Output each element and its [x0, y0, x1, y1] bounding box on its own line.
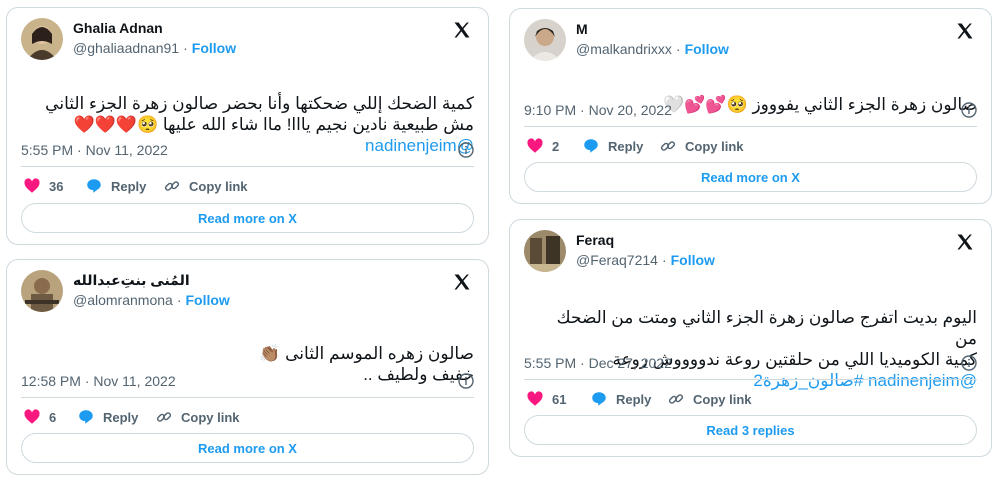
- reply-button[interactable]: Reply: [85, 177, 146, 195]
- info-icon[interactable]: [458, 373, 474, 389]
- x-logo-icon[interactable]: [452, 20, 472, 40]
- link-icon: [164, 181, 180, 191]
- like-button[interactable]: 61: [526, 390, 566, 408]
- tweet-card-feraq: Feraq @Feraq7214 · Follow اليوم بديت اتفرج…: [509, 219, 992, 457]
- tweet-body: صالون زهرة الجزء الثاني يفوووز 🥺💕💕🤍: [663, 95, 977, 114]
- link-icon: [156, 412, 172, 422]
- reply-bubble-icon: [79, 410, 93, 424]
- tweet-card-ghalia: Ghalia Adnan @ghaliaadnan91 · Follow كمية …: [6, 7, 489, 245]
- heart-icon: [24, 409, 40, 424]
- reply-bubble-icon: [87, 179, 101, 193]
- user-name[interactable]: المُنى بنتِ‌عبدالله: [73, 272, 190, 289]
- heart-icon: [527, 138, 543, 153]
- tweet-timestamp[interactable]: 9:10 PM · Nov 20, 2022: [524, 102, 672, 118]
- tweet-body: صالون زهره الموسم الثانى 👏🏽 خفيف ولطيف .…: [259, 344, 474, 384]
- handle-line: @Feraq7214 · Follow: [576, 252, 715, 268]
- copy-link-label: Copy link: [181, 409, 240, 425]
- tweet-timestamp[interactable]: 5:55 PM · Dec 27, 2022: [524, 355, 672, 371]
- avatar[interactable]: [524, 230, 566, 272]
- x-logo-icon[interactable]: [955, 232, 975, 252]
- reply-label: Reply: [111, 178, 147, 194]
- reply-button[interactable]: Reply: [582, 137, 643, 155]
- copy-link-label: Copy link: [693, 391, 752, 407]
- follow-button[interactable]: Follow: [192, 40, 236, 56]
- divider: [21, 166, 474, 167]
- follow-button[interactable]: Follow: [185, 292, 229, 308]
- read-more-button[interactable]: Read more on X: [524, 162, 977, 192]
- divider: [524, 126, 977, 127]
- tweet-header: Ghalia Adnan @ghaliaadnan91 · Follow: [21, 18, 474, 62]
- like-count: 6: [49, 409, 57, 425]
- copy-link-label: Copy link: [189, 178, 248, 194]
- read-replies-button[interactable]: Read 3 replies: [524, 415, 977, 445]
- user-name[interactable]: Ghalia Adnan: [73, 20, 163, 36]
- x-logo-icon[interactable]: [452, 272, 472, 292]
- x-logo-icon[interactable]: [955, 21, 975, 41]
- heart-icon: [24, 178, 40, 193]
- like-button[interactable]: 2: [526, 137, 559, 155]
- like-count: 2: [552, 138, 560, 154]
- reply-label: Reply: [608, 138, 644, 154]
- user-handle[interactable]: @ghaliaadnan91: [73, 40, 179, 56]
- copy-link-button[interactable]: Copy link: [163, 177, 248, 195]
- tweet-header: Feraq @Feraq7214 · Follow: [524, 230, 977, 274]
- tweet-header: المُنى بنتِ‌عبدالله @alomranmona · Follow: [21, 270, 474, 314]
- read-more-button[interactable]: Read more on X: [21, 203, 474, 233]
- divider: [524, 379, 977, 380]
- tweet-timestamp[interactable]: 5:55 PM · Nov 11, 2022: [21, 142, 168, 158]
- copy-link-button[interactable]: Copy link: [659, 137, 744, 155]
- like-button[interactable]: 36: [23, 177, 63, 195]
- tweet-header: M @malkandrixxx · Follow: [524, 19, 977, 63]
- info-icon[interactable]: [961, 355, 977, 371]
- handle-line: @malkandrixxx · Follow: [576, 41, 729, 57]
- like-button[interactable]: 6: [23, 408, 56, 426]
- reply-bubble-icon: [592, 392, 606, 406]
- user-name[interactable]: M: [576, 21, 588, 37]
- tweet-body: كمية الضحك إللي ضحكتها وأنا بحضر صالون ز…: [45, 94, 474, 134]
- avatar[interactable]: [21, 270, 63, 312]
- reply-bubble-icon: [584, 139, 598, 153]
- like-count: 36: [49, 178, 64, 194]
- tweet-card-mona: المُنى بنتِ‌عبدالله @alomranmona · Follow …: [6, 259, 489, 475]
- handle-line: @alomranmona · Follow: [73, 292, 230, 308]
- tweet-timestamp[interactable]: 12:58 PM · Nov 11, 2022: [21, 373, 176, 389]
- read-more-button[interactable]: Read more on X: [21, 433, 474, 463]
- reply-button[interactable]: Reply: [77, 408, 138, 426]
- user-name[interactable]: Feraq: [576, 232, 614, 248]
- info-icon[interactable]: [458, 142, 474, 158]
- reply-label: Reply: [103, 409, 139, 425]
- user-handle[interactable]: @alomranmona: [73, 292, 173, 308]
- tweet-text: كمية الضحك إللي ضحكتها وأنا بحضر صالون ز…: [34, 72, 474, 177]
- reply-label: Reply: [616, 391, 652, 407]
- user-handle[interactable]: @Feraq7214: [576, 252, 658, 268]
- like-count: 61: [552, 391, 567, 407]
- handle-line: @ghaliaadnan91 · Follow: [73, 40, 237, 56]
- heart-icon: [527, 391, 543, 406]
- avatar[interactable]: [524, 19, 566, 61]
- user-handle[interactable]: @malkandrixxx: [576, 41, 672, 57]
- avatar[interactable]: [21, 18, 63, 60]
- copy-link-button[interactable]: Copy link: [667, 390, 752, 408]
- divider: [21, 397, 474, 398]
- copy-link-button[interactable]: Copy link: [155, 408, 240, 426]
- link-icon: [660, 141, 676, 151]
- follow-button[interactable]: Follow: [685, 41, 729, 57]
- info-icon[interactable]: [961, 102, 977, 118]
- mention-link[interactable]: @nadinenjeim #صالون_زهرة2: [537, 370, 977, 391]
- tweet-card-m: M @malkandrixxx · Follow صالون زهرة الجزء …: [509, 8, 992, 204]
- link-icon: [668, 394, 684, 404]
- reply-button[interactable]: Reply: [590, 390, 651, 408]
- follow-button[interactable]: Follow: [671, 252, 715, 268]
- copy-link-label: Copy link: [685, 138, 744, 154]
